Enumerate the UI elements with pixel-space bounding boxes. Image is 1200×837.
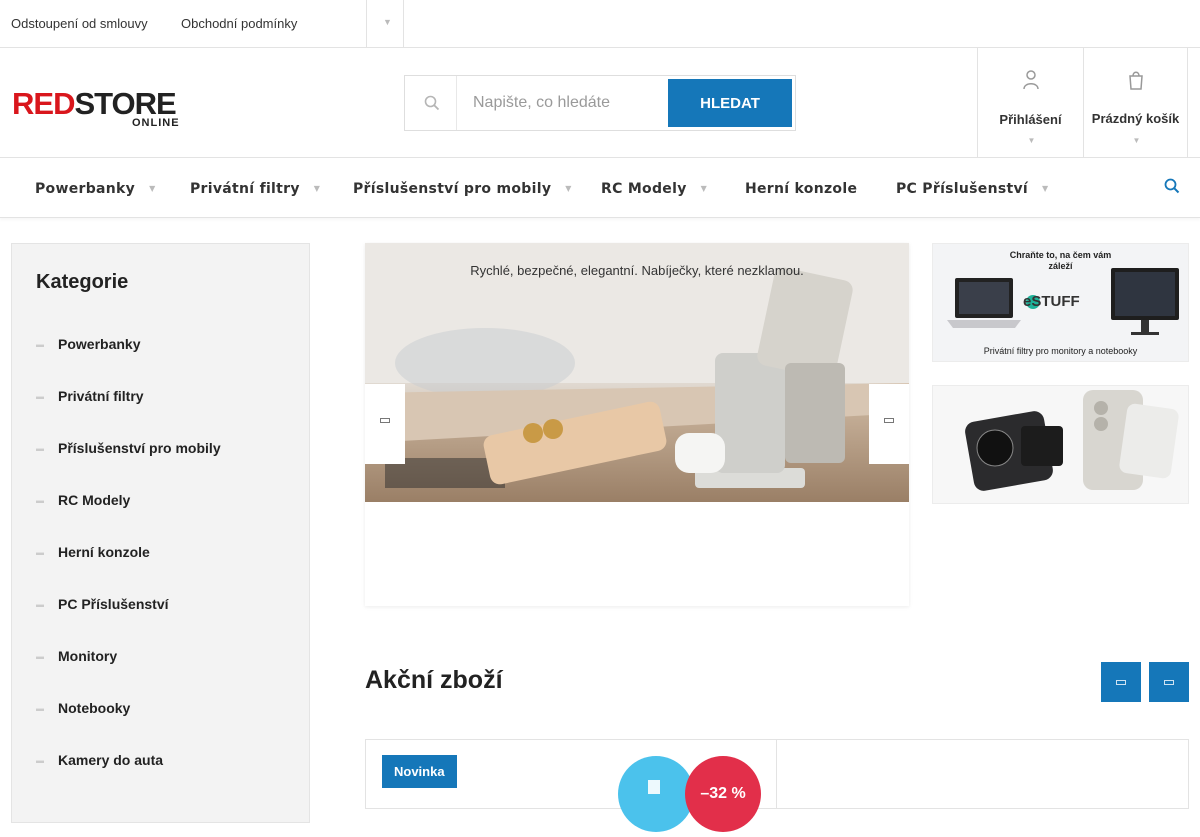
discount-label: –32 % bbox=[700, 785, 746, 802]
main-nav: Powerbanky ▼ Privátní filtry ▼ Příslušenst… bbox=[0, 158, 1200, 218]
arrow-left-icon bbox=[380, 418, 390, 423]
sidebar-title: Kategorie bbox=[36, 271, 129, 293]
nav-item-pc-prislusenstvi[interactable]: PC Příslušenství ▼ bbox=[896, 181, 1048, 197]
topbar-link-terms[interactable]: Obchodní podmínky bbox=[181, 16, 297, 31]
topbar-more-toggle[interactable]: ▼ bbox=[366, 0, 404, 48]
sidebar-item-powerbanky[interactable]: ▬ Powerbanky bbox=[36, 336, 140, 352]
category-sidebar: Kategorie ▬ Powerbanky ▬ Privátní filtry ▬… bbox=[11, 243, 310, 823]
chevron-down-icon: ▼ bbox=[313, 184, 321, 193]
sidebar-item-label: RC Modely bbox=[58, 492, 131, 508]
chevron-down-icon: ▼ bbox=[1132, 136, 1141, 145]
magsafe-accessory-banner[interactable] bbox=[932, 385, 1189, 504]
search-icon bbox=[405, 76, 457, 130]
bullet-icon: ▬ bbox=[36, 756, 44, 765]
nav-item-rc-modely[interactable]: RC Modely ▼ bbox=[601, 181, 707, 197]
arrow-right-icon bbox=[1164, 680, 1174, 685]
chevron-down-icon: ▼ bbox=[383, 17, 392, 27]
cart-button[interactable]: Prázdný košík ▼ bbox=[1083, 48, 1188, 158]
hero-caption: Rychlé, bezpečné, elegantní. Nabíječky, … bbox=[470, 263, 804, 278]
nav-item-label: Privátní filtry bbox=[190, 181, 300, 197]
store-logo[interactable]: REDSTORE ONLINE bbox=[12, 86, 192, 129]
nav-item-label: RC Modely bbox=[601, 181, 687, 197]
bullet-icon: ▬ bbox=[36, 444, 44, 453]
bullet-icon: ▬ bbox=[36, 600, 44, 609]
section-title: Akční zboží bbox=[365, 666, 503, 694]
login-label: Přihlášení bbox=[999, 112, 1062, 127]
nav-item-label: Příslušenství pro mobily bbox=[353, 181, 552, 197]
nav-item-powerbanky[interactable]: Powerbanky ▼ bbox=[35, 181, 156, 197]
logo-text-store: STORE bbox=[74, 86, 176, 121]
bullet-icon: ▬ bbox=[36, 652, 44, 661]
arrow-right-icon bbox=[884, 418, 894, 423]
sidebar-item-rc-modely[interactable]: ▬ RC Modely bbox=[36, 492, 130, 508]
brand-estuff: eSTUFF bbox=[1023, 293, 1080, 310]
chevron-down-icon: ▼ bbox=[149, 184, 156, 193]
search-bar: HLEDAT bbox=[404, 75, 796, 131]
search-input[interactable] bbox=[473, 90, 663, 116]
bullet-icon: ▬ bbox=[36, 496, 44, 505]
nav-item-herni-konzole[interactable]: Herní konzole bbox=[745, 181, 857, 197]
sidebar-item-label: Příslušenství pro mobily bbox=[58, 440, 221, 456]
chevron-down-icon: ▼ bbox=[700, 184, 708, 193]
sidebar-item-herni-konzole[interactable]: ▬ Herní konzole bbox=[36, 544, 150, 560]
banner-subtitle: Privátní filtry pro monitory a notebooky bbox=[983, 346, 1138, 356]
product-card[interactable] bbox=[776, 739, 1189, 809]
logo-text-red: RED bbox=[12, 86, 75, 121]
sidebar-item-label: Monitory bbox=[58, 648, 118, 664]
sidebar-item-kamery[interactable]: ▬ Kamery do auta bbox=[36, 752, 163, 768]
sidebar-item-privatni-filtry[interactable]: ▬ Privátní filtry bbox=[36, 388, 144, 404]
phone-stand-image bbox=[965, 390, 1179, 491]
bullet-icon: ▬ bbox=[36, 340, 44, 349]
nav-item-prislusenstvi-mobily[interactable]: Příslušenství pro mobily ▼ bbox=[353, 181, 572, 197]
top-bar: Odstoupení od smlouvy Obchodní podmínky … bbox=[0, 0, 1200, 48]
search-button[interactable]: HLEDAT bbox=[668, 79, 792, 127]
truck-icon bbox=[648, 780, 660, 794]
nav-item-label: Herní konzole bbox=[745, 181, 858, 197]
logo-text-online: ONLINE bbox=[132, 117, 180, 129]
section-prev-button[interactable] bbox=[1101, 662, 1141, 702]
login-button[interactable]: Přihlášení ▼ bbox=[977, 48, 1083, 158]
carousel-next-button[interactable] bbox=[869, 384, 909, 464]
section-next-button[interactable] bbox=[1149, 662, 1189, 702]
arrow-left-icon bbox=[1116, 680, 1126, 685]
sidebar-item-pc-prislusenstvi[interactable]: ▬ PC Příslušenství bbox=[36, 596, 169, 612]
carousel-prev-button[interactable] bbox=[365, 384, 405, 464]
sidebar-item-notebooky[interactable]: ▬ Notebooky bbox=[36, 700, 130, 716]
product-card[interactable]: Novinka –32 % bbox=[365, 739, 777, 832]
chevron-down-icon: ▼ bbox=[565, 184, 572, 193]
nav-item-label: Powerbanky bbox=[35, 181, 136, 197]
sidebar-item-label: Powerbanky bbox=[58, 336, 141, 352]
cart-label: Prázdný košík bbox=[1091, 111, 1180, 126]
nav-item-label: PC Příslušenství bbox=[896, 181, 1029, 197]
search-icon[interactable] bbox=[1164, 178, 1180, 199]
cart-icon bbox=[1128, 70, 1144, 95]
chevron-down-icon: ▼ bbox=[1027, 136, 1036, 145]
delivery-badge bbox=[618, 756, 694, 832]
nav-item-privatni-filtry[interactable]: Privátní filtry ▼ bbox=[190, 181, 320, 197]
sidebar-item-monitory[interactable]: ▬ Monitory bbox=[36, 648, 117, 664]
discount-badge: –32 % bbox=[685, 756, 761, 832]
sidebar-item-prislusenstvi-mobily[interactable]: ▬ Příslušenství pro mobily bbox=[36, 440, 221, 456]
new-badge: Novinka bbox=[382, 755, 457, 788]
header: REDSTORE ONLINE HLEDAT Přihlášení ▼ Práz… bbox=[0, 48, 1200, 158]
user-icon bbox=[1022, 70, 1039, 95]
topbar-link-withdrawal[interactable]: Odstoupení od smlouvy bbox=[11, 16, 148, 31]
sidebar-item-label: PC Příslušenství bbox=[58, 596, 169, 612]
sidebar-item-label: Herní konzole bbox=[58, 544, 150, 560]
hero-banner-image[interactable]: Rychlé, bezpečné, elegantní. Nabíječky, … bbox=[365, 243, 909, 502]
bullet-icon: ▬ bbox=[36, 392, 44, 401]
sidebar-item-label: Notebooky bbox=[58, 700, 131, 716]
bullet-icon: ▬ bbox=[36, 704, 44, 713]
sidebar-item-label: Privátní filtry bbox=[58, 388, 144, 404]
privacy-filter-banner[interactable]: Chraňte to, na čem vám záleží eSTUFF Pri… bbox=[932, 243, 1189, 362]
hero-carousel: Rychlé, bezpečné, elegantní. Nabíječky, … bbox=[365, 243, 909, 606]
sidebar-item-label: Kamery do auta bbox=[58, 752, 164, 768]
bullet-icon: ▬ bbox=[36, 548, 44, 557]
chevron-down-icon: ▼ bbox=[1042, 184, 1049, 193]
